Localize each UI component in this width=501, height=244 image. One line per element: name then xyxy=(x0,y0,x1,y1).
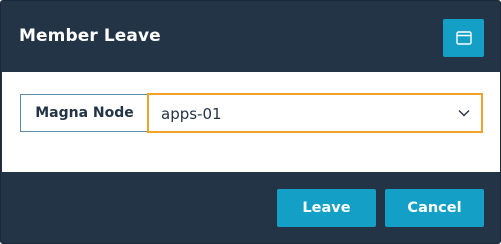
dialog-footer: Leave Cancel xyxy=(1,172,500,243)
magna-node-select[interactable]: apps-01 xyxy=(147,93,483,133)
member-leave-dialog: Member Leave Magna Node apps-01 Leave Ca… xyxy=(0,0,501,244)
select-value: apps-01 xyxy=(161,105,222,123)
cancel-button[interactable]: Cancel xyxy=(385,189,484,227)
window-icon xyxy=(455,31,472,45)
dialog-header: Member Leave xyxy=(1,1,500,72)
dialog-title: Member Leave xyxy=(19,26,161,46)
magna-node-label: Magna Node xyxy=(20,94,148,132)
maximize-button[interactable] xyxy=(443,19,484,57)
dialog-body: Magna Node apps-01 xyxy=(2,72,500,172)
leave-button[interactable]: Leave xyxy=(277,189,376,227)
chevron-down-icon xyxy=(458,110,470,117)
